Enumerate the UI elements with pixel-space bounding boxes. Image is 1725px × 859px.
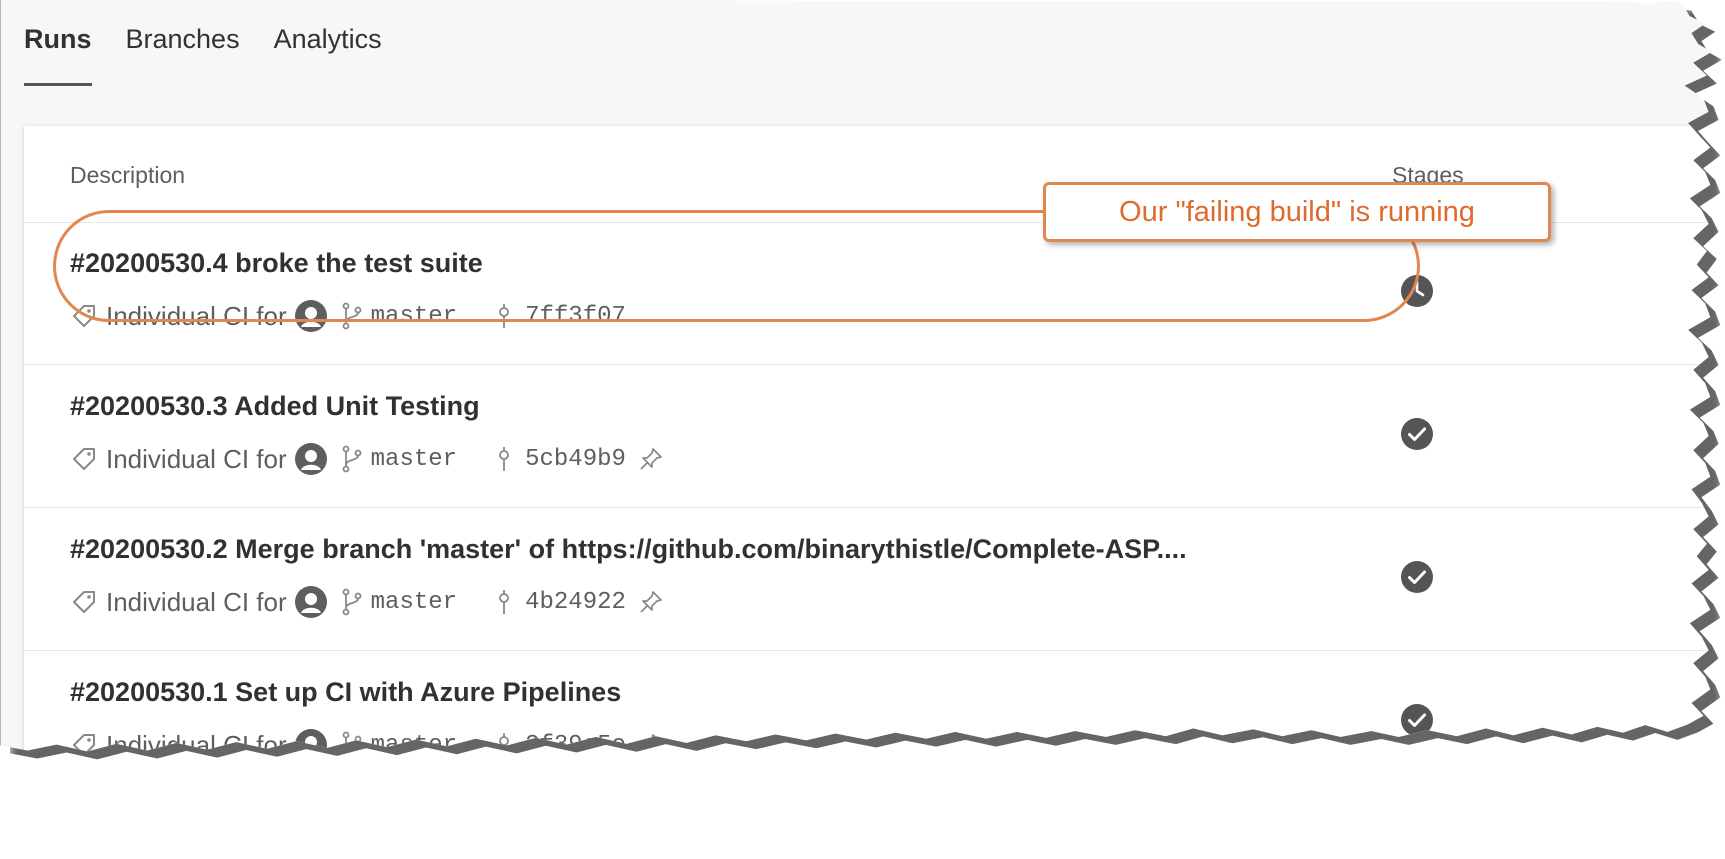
- tab-runs[interactable]: Runs: [24, 18, 92, 90]
- avatar: [294, 586, 327, 618]
- pin-icon[interactable]: [638, 589, 664, 615]
- avatar: [294, 443, 327, 475]
- branch-name[interactable]: master: [371, 303, 457, 330]
- tag-icon: [73, 305, 95, 327]
- branch-name[interactable]: master: [371, 589, 457, 616]
- avatar: [294, 300, 327, 332]
- table-row[interactable]: #20200530.1 Set up CI with Azure Pipelin…: [24, 651, 1712, 760]
- left-border: [0, 0, 1, 752]
- run-reason: Individual CI for: [106, 300, 287, 331]
- annotation-callout: Our "failing build" is running: [1043, 182, 1551, 242]
- branch-icon: [342, 445, 362, 473]
- tag-icon: [73, 448, 95, 470]
- branch-icon: [342, 302, 362, 330]
- commit-icon: [499, 304, 509, 328]
- column-header-description[interactable]: Description: [70, 162, 185, 189]
- tab-analytics[interactable]: Analytics: [274, 18, 382, 90]
- pin-icon[interactable]: [638, 446, 664, 472]
- branch-icon: [342, 588, 362, 616]
- run-title[interactable]: #20200530.1 Set up CI with Azure Pipelin…: [70, 677, 621, 708]
- commit-icon: [499, 447, 509, 471]
- table-row[interactable]: #20200530.2 Merge branch 'master' of htt…: [24, 508, 1712, 651]
- check-circle-icon[interactable]: [1400, 560, 1434, 594]
- run-meta: Individual CI for master 7ff3f07: [70, 300, 626, 332]
- run-title[interactable]: #20200530.4 broke the test suite: [70, 248, 483, 279]
- check-circle-icon[interactable]: [1400, 417, 1434, 451]
- run-reason: Individual CI for: [106, 729, 287, 760]
- branch-name[interactable]: master: [371, 446, 457, 473]
- tab-branches[interactable]: Branches: [126, 18, 240, 90]
- commit-id[interactable]: 5cb49b9: [525, 446, 626, 473]
- tag-icon: [73, 591, 95, 613]
- run-reason: Individual CI for: [106, 586, 287, 617]
- run-reason: Individual CI for: [106, 443, 287, 474]
- run-meta: Individual CI for master 5cb49b9: [70, 443, 664, 475]
- commit-id[interactable]: 7ff3f07: [525, 303, 626, 330]
- table-row[interactable]: #20200530.3 Added Unit Testing Individua…: [24, 365, 1712, 508]
- screenshot-page: Runs Branches Analytics Description Stag…: [0, 0, 1712, 752]
- clock-icon[interactable]: [1400, 274, 1434, 308]
- table-row[interactable]: #20200530.4 broke the test suite Individ…: [24, 222, 1712, 365]
- run-meta: Individual CI for master 4b24922: [70, 586, 664, 618]
- commit-id[interactable]: 4b24922: [525, 589, 626, 616]
- run-title[interactable]: #20200530.3 Added Unit Testing: [70, 391, 480, 422]
- pipeline-tabs: Runs Branches Analytics: [24, 18, 382, 90]
- commit-icon: [499, 590, 509, 614]
- run-title[interactable]: #20200530.2 Merge branch 'master' of htt…: [70, 534, 1187, 565]
